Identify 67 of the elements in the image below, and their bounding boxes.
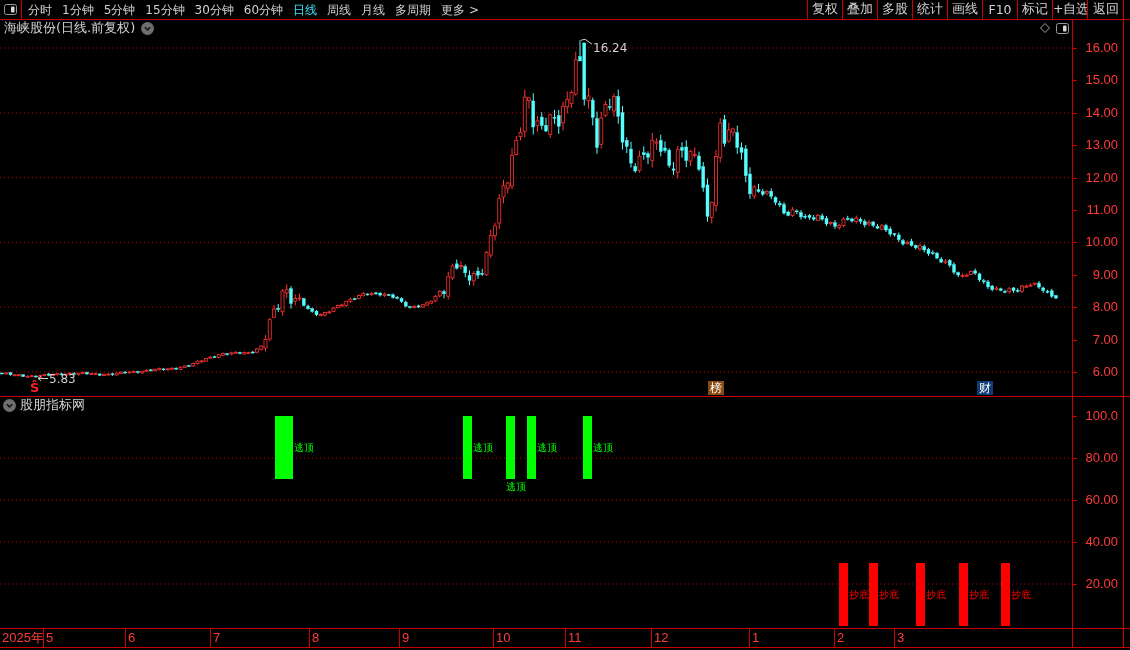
signal-bar: [916, 563, 925, 626]
month-label: 3: [894, 629, 905, 647]
axis-label: 10.00: [1085, 234, 1118, 251]
axis-label: 13.00: [1085, 137, 1118, 154]
period-tab[interactable]: 月线: [361, 0, 386, 19]
axis-label: 12.00: [1085, 169, 1118, 186]
axis-label: 7.00: [1092, 331, 1118, 348]
month-label: 8: [309, 629, 320, 647]
panel-toggle-icon[interactable]: [1056, 22, 1069, 34]
period-tab[interactable]: 30分钟: [194, 0, 234, 19]
period-tab[interactable]: 5分钟: [103, 0, 136, 19]
signal-label: 抄底: [926, 588, 946, 601]
signal-label: 逃顶: [593, 441, 613, 454]
month-label: 2: [834, 629, 845, 647]
axis-label: 8.00: [1092, 299, 1118, 316]
chevron-down-icon[interactable]: [3, 398, 16, 412]
period-tab[interactable]: 更多 >: [441, 0, 479, 19]
signal-label: 抄底: [1011, 588, 1031, 601]
month-label: 9: [399, 629, 410, 647]
signal-label: 逃顶: [294, 441, 314, 454]
toolbar-button[interactable]: 返回: [1087, 0, 1124, 19]
signal-bar: [839, 563, 848, 626]
axis-label: 40.00: [1085, 534, 1118, 550]
year-label: 2025年: [2, 629, 44, 647]
month-label: 1: [749, 629, 760, 647]
diamond-icon[interactable]: [1040, 23, 1050, 33]
month-label: 7: [210, 629, 221, 647]
axis-label: 20.00: [1085, 576, 1118, 592]
chart-title: 海峡股份(日线.前复权): [4, 19, 136, 37]
period-tab[interactable]: 多周期: [395, 0, 432, 19]
axis-label: 11.00: [1086, 202, 1118, 218]
signal-bar: [506, 416, 515, 479]
axis-label: 15.00: [1085, 72, 1118, 89]
signal-label: 逃顶: [506, 481, 526, 493]
month-label: 11: [565, 629, 582, 647]
axis-label: 14.00: [1085, 104, 1118, 121]
signal-label: 抄底: [969, 588, 989, 601]
month-label: 6: [125, 629, 136, 647]
signal-bar: [869, 563, 878, 626]
axis-label: 60.00: [1085, 492, 1118, 508]
month-label: 12: [651, 629, 669, 647]
signal-label: 抄底: [849, 588, 869, 601]
period-tab[interactable]: 15分钟: [145, 0, 185, 19]
period-tab[interactable]: 周线: [327, 0, 352, 19]
signal-label: 抄底: [879, 588, 899, 601]
signal-bar: [275, 416, 293, 479]
period-tab[interactable]: 60分钟: [243, 0, 284, 19]
signal-bar: [1001, 563, 1010, 626]
month-label: 5: [43, 629, 54, 647]
chevron-down-icon[interactable]: [141, 21, 155, 35]
signal-bar: [463, 416, 472, 479]
panel-toggle-icon[interactable]: [4, 4, 17, 15]
axis-label: 9.00: [1092, 266, 1118, 283]
axis-label: 16.00: [1085, 40, 1118, 56]
signal-label: 逃顶: [473, 441, 493, 454]
axis-label: 100.0: [1085, 408, 1118, 424]
period-tab[interactable]: 分时: [28, 0, 52, 19]
period-tab[interactable]: 日线: [293, 0, 318, 19]
signal-bar: [583, 416, 592, 479]
month-label: 10: [493, 629, 511, 647]
signal-bar: [959, 563, 968, 626]
axis-label: 80.00: [1085, 450, 1118, 466]
indicator-title: 股朋指标网: [20, 396, 85, 414]
period-tab[interactable]: 1分钟: [62, 0, 94, 19]
axis-label: 6.00: [1092, 364, 1118, 380]
signal-bar: [527, 416, 536, 479]
signal-label: 逃顶: [537, 441, 557, 454]
